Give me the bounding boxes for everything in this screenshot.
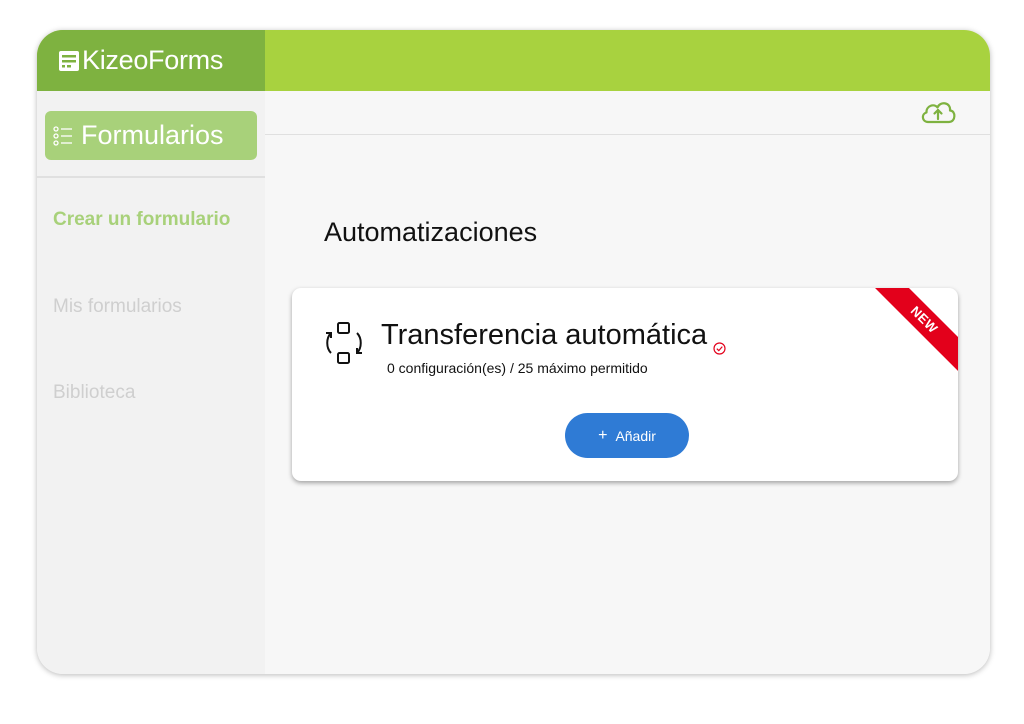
checklist-icon [53, 125, 73, 147]
new-ribbon: NEW [873, 288, 958, 371]
brand-name: KizeoForms [82, 45, 224, 75]
check-circle-icon [713, 330, 726, 355]
sidebar-item-mis-formularios[interactable]: Mis formularios [53, 296, 182, 318]
transfer-icon [321, 321, 367, 367]
sidebar-section-label: Formularios [81, 120, 224, 150]
sidebar: Formularios Crear un formulario Mis form… [37, 91, 265, 674]
page-title: Automatizaciones [324, 217, 538, 247]
top-bar: KizeoForms [37, 30, 990, 91]
sidebar-item-crear-formulario[interactable]: Crear un formulario [53, 209, 230, 231]
card-title-text: Transferencia automática [381, 319, 708, 351]
cloud-upload-icon[interactable] [918, 97, 958, 127]
plus-icon: + [598, 426, 608, 444]
card-title: Transferencia automática [381, 319, 726, 355]
logo[interactable]: KizeoForms [37, 30, 265, 91]
card-subtitle: 0 configuración(es) / 25 máximo permitid… [387, 360, 648, 376]
automation-card: NEW Transferencia automática 0 configura… [292, 288, 958, 481]
main-content: Automatizaciones NEW Transferencia autom… [265, 91, 990, 674]
toolbar [265, 91, 990, 135]
form-logo-icon [59, 50, 79, 71]
sidebar-item-biblioteca[interactable]: Biblioteca [53, 382, 135, 404]
add-button-label: Añadir [615, 427, 656, 444]
sidebar-divider [37, 176, 265, 178]
app-window: KizeoForms Formularios Crear un formular… [37, 30, 990, 674]
add-button[interactable]: + Añadir [565, 413, 689, 458]
sidebar-section-formularios[interactable]: Formularios [45, 111, 257, 160]
